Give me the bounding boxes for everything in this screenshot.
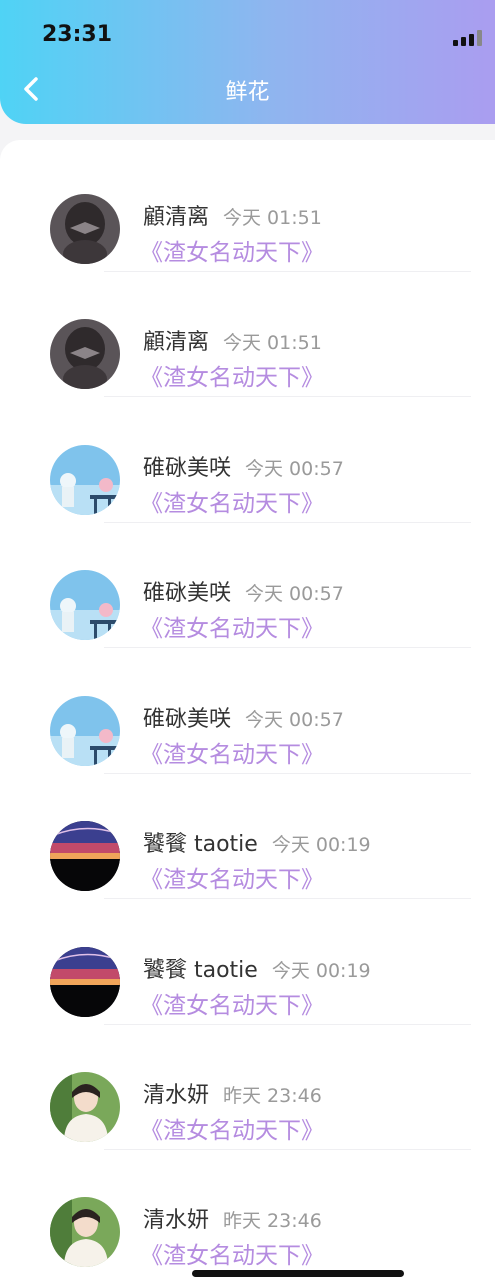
timestamp: 今天 00:57: [245, 583, 344, 605]
list-item[interactable]: 清水妍 昨天 23:46 《渣女名动天下》: [0, 1150, 495, 1275]
list-item[interactable]: 饕餮 taotie 今天 00:19 《渣女名动天下》: [0, 900, 495, 1025]
list-item[interactable]: 碓砯美咲 今天 00:57 《渣女名动天下》: [0, 649, 495, 774]
work-title-link[interactable]: 《渣女名动天下》: [140, 1236, 324, 1270]
timestamp: 今天 00:57: [245, 709, 344, 731]
list-item[interactable]: 饕餮 taotie 今天 00:19 《渣女名动天下》: [0, 774, 495, 899]
sender-name: 饕餮 taotie 今天 00:19: [143, 958, 371, 983]
timestamp: 今天 00:19: [271, 960, 371, 982]
page-title: 鲜花: [225, 80, 270, 105]
work-title-link[interactable]: 《渣女名动天下》: [140, 986, 324, 1020]
status-time: 23:31: [42, 22, 113, 47]
divider: [104, 396, 471, 397]
list-item[interactable]: 顧清离 今天 01:51 《渣女名动天下》: [0, 147, 495, 272]
timestamp: 今天 01:51: [223, 332, 322, 354]
sender-name: 顧清离 今天 01:51: [143, 205, 322, 230]
signal-icon: [453, 30, 483, 46]
divider: [104, 898, 471, 899]
sender-name: 顧清离 今天 01:51: [143, 330, 322, 355]
avatar[interactable]: [50, 1072, 120, 1142]
timestamp: 今天 00:19: [271, 834, 371, 856]
sender-name: 清水妍 昨天 23:46: [143, 1208, 322, 1233]
sender-name: 碓砯美咲 今天 00:57: [143, 581, 344, 606]
sender-name: 饕餮 taotie 今天 00:19: [143, 832, 371, 857]
work-title-link[interactable]: 《渣女名动天下》: [140, 1111, 324, 1145]
timestamp: 今天 00:57: [245, 458, 344, 480]
list-item[interactable]: 碓砯美咲 今天 00:57 《渣女名动天下》: [0, 398, 495, 523]
list-item[interactable]: 碓砯美咲 今天 00:57 《渣女名动天下》: [0, 523, 495, 648]
timestamp: 昨天 23:46: [223, 1085, 322, 1107]
work-title-link[interactable]: 《渣女名动天下》: [140, 609, 324, 643]
avatar[interactable]: [50, 696, 120, 766]
header-bar: 23:31 鲜花: [0, 0, 495, 124]
work-title-link[interactable]: 《渣女名动天下》: [140, 860, 324, 894]
sender-name: 碓砯美咲 今天 00:57: [143, 456, 344, 481]
avatar[interactable]: [50, 947, 120, 1017]
avatar[interactable]: [50, 445, 120, 515]
work-title-link[interactable]: 《渣女名动天下》: [140, 484, 324, 518]
timestamp: 今天 01:51: [223, 207, 322, 229]
avatar[interactable]: [50, 319, 120, 389]
avatar[interactable]: [50, 570, 120, 640]
sender-name: 碓砯美咲 今天 00:57: [143, 707, 344, 732]
home-indicator[interactable]: [192, 1270, 404, 1277]
work-title-link[interactable]: 《渣女名动天下》: [140, 735, 324, 769]
list-item[interactable]: 顧清离 今天 01:51 《渣女名动天下》: [0, 272, 495, 397]
avatar[interactable]: [50, 1197, 120, 1267]
work-title-link[interactable]: 《渣女名动天下》: [140, 358, 324, 392]
timestamp: 昨天 23:46: [223, 1210, 322, 1232]
avatar[interactable]: [50, 194, 120, 264]
work-title-link[interactable]: 《渣女名动天下》: [140, 233, 324, 267]
avatar[interactable]: [50, 821, 120, 891]
sender-name: 清水妍 昨天 23:46: [143, 1083, 322, 1108]
list-item[interactable]: 清水妍 昨天 23:46 《渣女名动天下》: [0, 1025, 495, 1150]
record-list: 顧清离 今天 01:51 《渣女名动天下》 顧清离 今天 01:51 《渣女名动天下…: [0, 140, 495, 1280]
divider: [104, 647, 471, 648]
